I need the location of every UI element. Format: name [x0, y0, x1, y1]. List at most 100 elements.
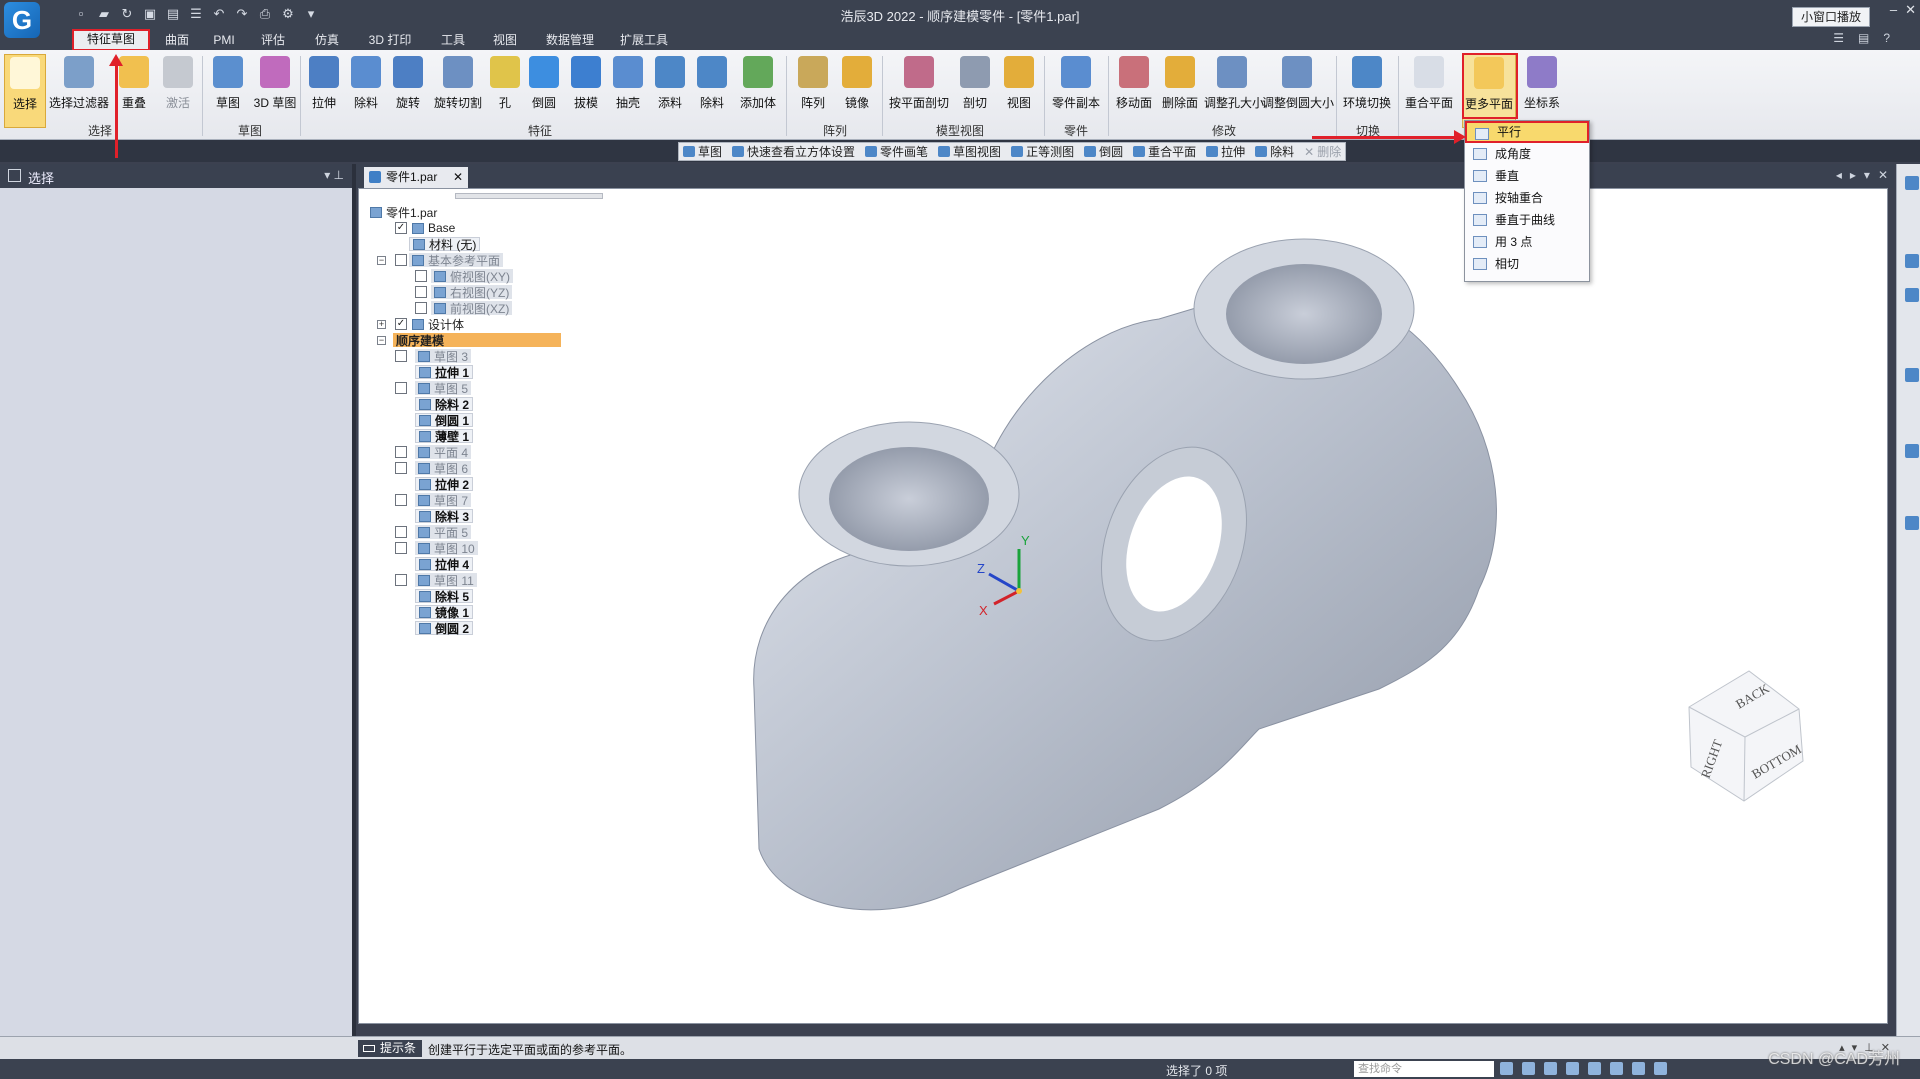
environment-switch-button[interactable]: 环境切换: [1340, 54, 1394, 128]
cmd-cut[interactable]: 除料: [1255, 143, 1294, 160]
sketch-3d-button[interactable]: 3D 草图: [252, 54, 298, 128]
revolve-cut-button[interactable]: 旋转切割: [430, 54, 486, 128]
minimize-icon[interactable]: –: [1890, 2, 1897, 18]
extrude-button[interactable]: 拉伸: [304, 54, 344, 128]
sketch-button[interactable]: 草图: [206, 54, 250, 128]
move-face-icon: [1119, 56, 1149, 88]
revolve-button[interactable]: 旋转: [388, 54, 428, 128]
dock-tab-feature-library[interactable]: [1899, 288, 1919, 348]
fit-icon[interactable]: [1566, 1062, 1579, 1075]
pattern-button[interactable]: 阵列: [792, 54, 834, 128]
group-separator: [1336, 56, 1337, 136]
app-logo-icon[interactable]: G: [4, 2, 40, 38]
dock-tab-simulation[interactable]: [1899, 368, 1919, 414]
cmd-delete[interactable]: ✕ 删除: [1304, 143, 1341, 160]
small-window-button[interactable]: 小窗口播放: [1792, 7, 1871, 27]
cmd-sketch-view[interactable]: 草图视图: [938, 143, 1001, 160]
remove-material-button[interactable]: 除料: [692, 54, 732, 128]
menu-item-tangent[interactable]: 相切: [1465, 253, 1589, 275]
document-tab[interactable]: 零件1.par ✕: [364, 167, 468, 188]
tab-3d-print[interactable]: 3D 打印: [364, 31, 416, 49]
dock-tab-part-library[interactable]: [1899, 516, 1919, 576]
menu-item-perpendicular[interactable]: 垂直: [1465, 165, 1589, 187]
zoom-area-icon[interactable]: [1522, 1062, 1535, 1075]
doc-list-icon[interactable]: ▾: [1864, 168, 1870, 182]
close-doc-icon[interactable]: ✕: [1878, 168, 1888, 182]
coincident-plane-button[interactable]: 重合平面: [1402, 54, 1456, 128]
pin-icon[interactable]: ▾ ⊥: [324, 168, 344, 182]
tab-data-management[interactable]: 数据管理: [542, 31, 598, 49]
arrow-cursor-icon: [10, 57, 40, 89]
mirror-button[interactable]: 镜像: [836, 54, 878, 128]
activate-button[interactable]: 激活: [158, 54, 198, 128]
section-button[interactable]: 剖切: [954, 54, 996, 128]
tab-view[interactable]: 视图: [488, 31, 522, 49]
ribbon-option-icon[interactable]: ☰: [1833, 31, 1844, 45]
dock-tab-sensors[interactable]: [1899, 176, 1919, 232]
group-label-modify: 修改: [1211, 124, 1236, 138]
dock-tab-help[interactable]: [1899, 254, 1919, 278]
layout-icon[interactable]: ▤: [1858, 31, 1869, 45]
x-axis-label: X: [979, 603, 988, 618]
menu-item-normal-to-curve[interactable]: 垂直于曲线: [1465, 209, 1589, 231]
prev-doc-icon[interactable]: ◂: [1836, 168, 1842, 182]
cut-button[interactable]: 除料: [346, 54, 386, 128]
menu-item-parallel[interactable]: 平行: [1465, 121, 1589, 143]
select-filter-button[interactable]: 选择过滤器: [48, 54, 110, 128]
cmd-coincident-plane[interactable]: 重合平面: [1133, 143, 1196, 160]
view-cube[interactable]: BACK RIGHT BOTTOM: [1688, 670, 1804, 802]
close-window-icon[interactable]: ✕: [1905, 2, 1916, 18]
resize-hole-button[interactable]: 调整孔大小: [1204, 54, 1264, 128]
delete-icon: ✕: [1304, 144, 1315, 159]
graphics-viewport[interactable]: 零件1.par ✓ Base 材料 (无) − 基本参考平面 俯视图(XY) 右…: [358, 188, 1888, 1024]
menu-bar: 特征草图 曲面 PMI 评估 仿真 3D 打印 工具 视图 数据管理 扩展工具 …: [0, 28, 1920, 51]
help-icon[interactable]: ?: [1883, 31, 1890, 45]
tab-extension-tools[interactable]: 扩展工具: [616, 31, 672, 49]
move-face-button[interactable]: 移动面: [1112, 54, 1156, 128]
close-tab-icon[interactable]: ✕: [453, 167, 463, 187]
menu-item-angled[interactable]: 成角度: [1465, 143, 1589, 165]
part-model[interactable]: Y Z X BACK RIGHT BOTTOM: [359, 189, 1888, 1024]
add-body-button[interactable]: 添加体: [734, 54, 782, 128]
add-material-button[interactable]: 添料: [650, 54, 690, 128]
plane-cut-icon: [904, 56, 934, 88]
menu-item-by-3-points[interactable]: 用 3 点: [1465, 231, 1589, 253]
rotate-icon[interactable]: [1610, 1062, 1623, 1075]
tab-pmi[interactable]: PMI: [208, 31, 240, 49]
command-bar-row: 草图 快速查看立方体设置 零件画笔 草图视图 正等测图 倒圆 重合平面 拉伸 除…: [0, 140, 1920, 162]
plane-cut-button[interactable]: 按平面剖切: [886, 54, 952, 128]
draft-button[interactable]: 拔模: [566, 54, 606, 128]
cmd-extrude[interactable]: 拉伸: [1206, 143, 1245, 160]
thin-wall-button[interactable]: 抽壳: [608, 54, 648, 128]
tab-simulation[interactable]: 仿真: [310, 31, 344, 49]
delete-face-button[interactable]: 删除面: [1158, 54, 1202, 128]
dock-tab-layers[interactable]: [1899, 444, 1919, 488]
command-search-input[interactable]: 查找命令: [1354, 1061, 1494, 1077]
resize-round-button[interactable]: 调整倒圆大小: [1262, 54, 1334, 128]
tab-tools[interactable]: 工具: [436, 31, 470, 49]
cmd-round[interactable]: 倒圆: [1084, 143, 1123, 160]
cmd-quick-view-cube-settings[interactable]: 快速查看立方体设置: [732, 143, 855, 160]
zoom-icon[interactable]: [1544, 1062, 1557, 1075]
cmd-part-painter[interactable]: 零件画笔: [865, 143, 928, 160]
select-button[interactable]: 选择: [4, 54, 46, 128]
panel-splitter[interactable]: [352, 164, 356, 1058]
hole-button[interactable]: 孔: [488, 54, 522, 128]
go-icon[interactable]: [1500, 1062, 1513, 1075]
coordinate-system-button[interactable]: 坐标系: [1518, 54, 1566, 128]
shade-icon[interactable]: [1632, 1062, 1645, 1075]
document-tab-strip: 零件1.par ✕ ◂ ▸ ▾ ✕: [356, 164, 1894, 188]
sketch-icon: [213, 56, 243, 88]
part-copy-button[interactable]: 零件副本: [1048, 54, 1104, 128]
cmd-isometric-view[interactable]: 正等测图: [1011, 143, 1074, 160]
next-doc-icon[interactable]: ▸: [1850, 168, 1856, 182]
tab-feature-sketch[interactable]: 特征草图: [72, 29, 150, 51]
tab-surface[interactable]: 曲面: [160, 31, 194, 49]
view-button[interactable]: 视图: [998, 54, 1040, 128]
menu-item-coincident-by-axis[interactable]: 按轴重合: [1465, 187, 1589, 209]
pan-icon[interactable]: [1588, 1062, 1601, 1075]
tab-evaluate[interactable]: 评估: [256, 31, 290, 49]
view-style-icon[interactable]: [1654, 1062, 1667, 1075]
round-button[interactable]: 倒圆: [524, 54, 564, 128]
cmd-sketch[interactable]: 草图: [683, 143, 722, 160]
